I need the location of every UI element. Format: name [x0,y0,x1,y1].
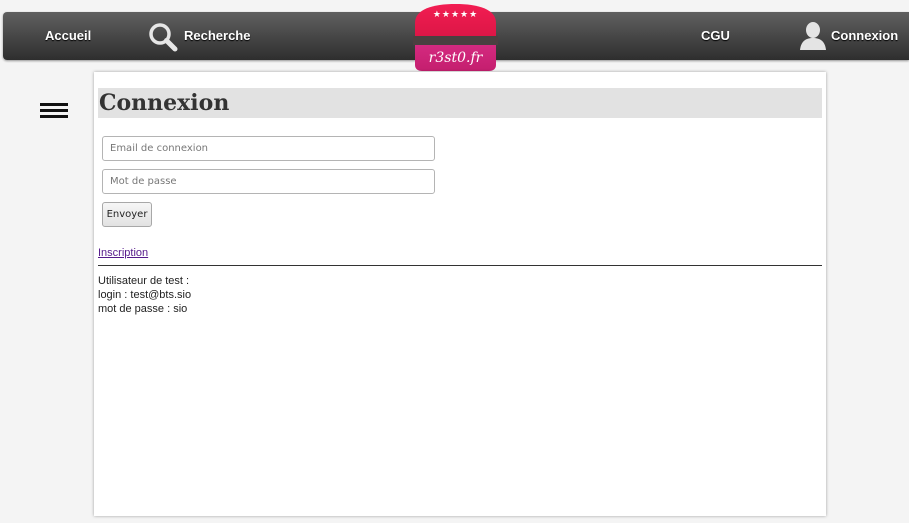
hamburger-bar [40,109,68,112]
password-field[interactable] [102,169,435,194]
site-logo[interactable]: ★★★★★ r3st0.fr [413,3,498,71]
submit-button[interactable]: Envoyer [102,202,152,227]
content-card: Connexion Envoyer Inscription Utilisateu… [94,72,826,516]
test-user-login: login : test@bts.sio [98,289,192,301]
search-icon [148,22,178,52]
hamburger-icon[interactable] [40,103,68,119]
test-user-password: mot de passe : sio [98,303,188,315]
nav-link-terms[interactable]: CGU [701,12,730,60]
test-user-heading: Utilisateur de test : [98,275,190,287]
test-user-info: Utilisateur de test : login : test@bts.s… [98,274,191,316]
signup-link[interactable]: Inscription [98,247,148,259]
nav-login-label: Connexion [831,28,899,43]
divider [98,265,822,266]
user-icon [799,22,829,50]
nav-link-home[interactable]: Accueil [45,12,91,60]
page-title: Connexion [98,88,822,118]
hamburger-bar [40,103,68,106]
hamburger-bar [40,115,68,118]
nav-search-label: Recherche [184,28,251,43]
email-field[interactable] [102,136,435,161]
logo-stars: ★★★★★ [433,10,478,20]
logo-text: r3st0.fr [428,50,483,66]
